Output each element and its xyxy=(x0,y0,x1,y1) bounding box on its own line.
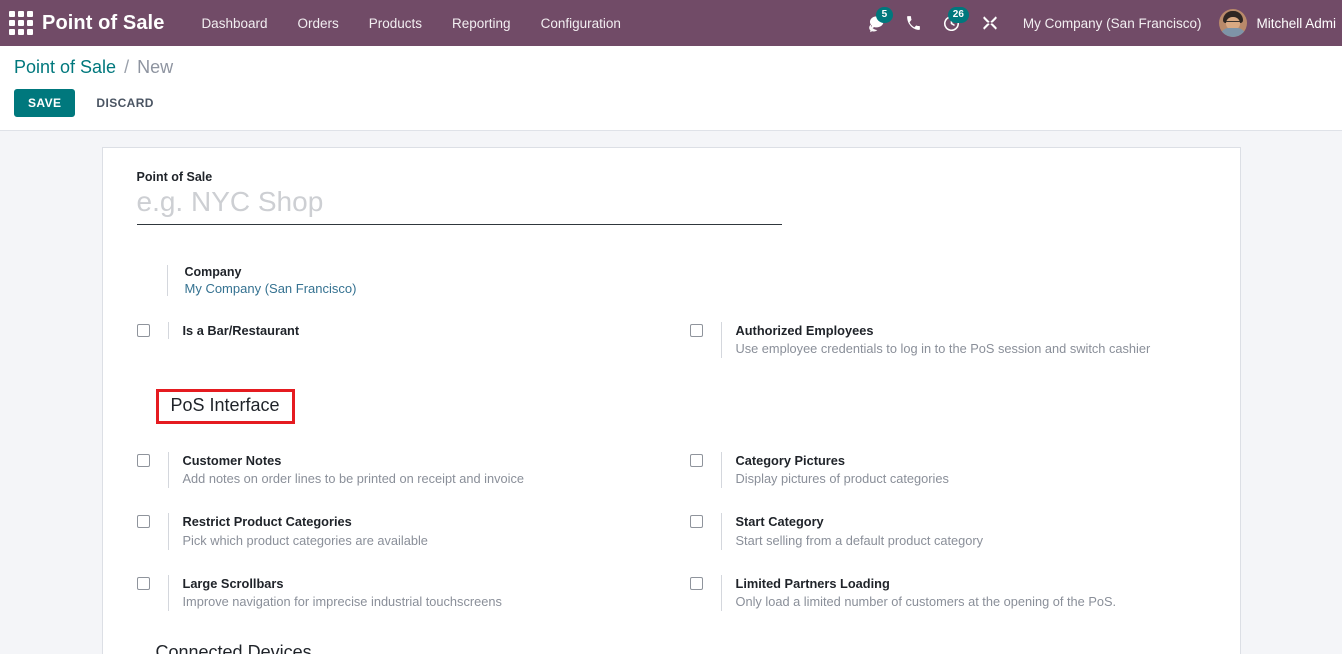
control-panel: Point of Sale / New SAVE DISCARD xyxy=(0,46,1342,131)
checkbox-authorized-employees[interactable] xyxy=(690,324,703,337)
activities-badge: 26 xyxy=(948,7,969,23)
checkbox-customer-notes[interactable] xyxy=(137,454,150,467)
setting-label: Limited Partners Loading xyxy=(736,575,1117,592)
setting-authorized-employees: Authorized Employees Use employee creden… xyxy=(690,322,1206,358)
menu-item-orders[interactable]: Orders xyxy=(282,0,353,46)
avatar xyxy=(1219,9,1247,37)
setting-body: Is a Bar/Restaurant xyxy=(168,322,300,339)
phone-icon[interactable] xyxy=(895,0,932,46)
pos-interface-section-header: PoS Interface xyxy=(137,385,1206,426)
checkbox-start-category[interactable] xyxy=(690,515,703,528)
messages-icon[interactable]: 5 xyxy=(856,0,895,46)
setting-help: Display pictures of product categories xyxy=(736,470,949,488)
setting-help: Only load a limited number of customers … xyxy=(736,593,1117,611)
setting-start-category: Start Category Start selling from a defa… xyxy=(690,513,1206,549)
setting-label: Start Category xyxy=(736,513,984,530)
pos-interface-settings-grid: Customer Notes Add notes on order lines … xyxy=(137,452,1206,636)
main-menu: Dashboard Orders Products Reporting Conf… xyxy=(186,0,635,46)
user-menu[interactable]: Mitchell Admi xyxy=(1215,9,1342,37)
pos-name-field-group: Point of Sale xyxy=(137,170,1206,225)
setting-is-bar-restaurant: Is a Bar/Restaurant xyxy=(137,322,690,358)
pos-name-input[interactable] xyxy=(137,186,782,225)
discard-button[interactable]: DISCARD xyxy=(84,89,165,117)
checkbox-is-bar-restaurant[interactable] xyxy=(137,324,150,337)
checkbox-limited-partners-loading[interactable] xyxy=(690,577,703,590)
messages-badge: 5 xyxy=(876,7,893,23)
breadcrumb-separator: / xyxy=(124,57,129,77)
company-switcher[interactable]: My Company (San Francisco) xyxy=(1009,16,1216,31)
setting-limited-partners-loading: Limited Partners Loading Only load a lim… xyxy=(690,575,1206,611)
activities-clock-icon[interactable]: 26 xyxy=(932,0,971,46)
form-scroll-area: Point of Sale Company My Company (San Fr… xyxy=(0,131,1342,654)
save-button[interactable]: SAVE xyxy=(14,89,75,117)
breadcrumb-root[interactable]: Point of Sale xyxy=(14,57,116,77)
menu-item-products[interactable]: Products xyxy=(354,0,437,46)
company-value[interactable]: My Company (San Francisco) xyxy=(185,281,1206,296)
menu-item-dashboard[interactable]: Dashboard xyxy=(186,0,282,46)
setting-help: Pick which product categories are availa… xyxy=(183,532,428,550)
form-sheet: Point of Sale Company My Company (San Fr… xyxy=(102,147,1241,654)
setting-label: Customer Notes xyxy=(183,452,524,469)
record-action-buttons: SAVE DISCARD xyxy=(14,89,1328,117)
setting-body: Category Pictures Display pictures of pr… xyxy=(721,452,949,488)
setting-body: Restrict Product Categories Pick which p… xyxy=(168,513,428,549)
setting-body: Limited Partners Loading Only load a lim… xyxy=(721,575,1117,611)
setting-body: Customer Notes Add notes on order lines … xyxy=(168,452,524,488)
setting-body: Large Scrollbars Improve navigation for … xyxy=(168,575,502,611)
setting-help: Start selling from a default product cat… xyxy=(736,532,984,550)
checkbox-category-pictures[interactable] xyxy=(690,454,703,467)
setting-help: Add notes on order lines to be printed o… xyxy=(183,470,524,488)
setting-label: Category Pictures xyxy=(736,452,949,469)
setting-large-scrollbars: Large Scrollbars Improve navigation for … xyxy=(137,575,690,611)
company-field: Company My Company (San Francisco) xyxy=(167,265,1206,296)
setting-customer-notes: Customer Notes Add notes on order lines … xyxy=(137,452,690,488)
user-name-label: Mitchell Admi xyxy=(1256,16,1336,31)
setting-restrict-product-categories: Restrict Product Categories Pick which p… xyxy=(137,513,690,549)
setting-help: Use employee credentials to log in to th… xyxy=(736,340,1151,358)
setting-category-pictures: Category Pictures Display pictures of pr… xyxy=(690,452,1206,488)
setting-label: Restrict Product Categories xyxy=(183,513,428,530)
section-title-connected-devices: Connected Devices xyxy=(156,642,1206,654)
checkbox-large-scrollbars[interactable] xyxy=(137,577,150,590)
company-label: Company xyxy=(185,265,1206,279)
top-navbar: Point of Sale Dashboard Orders Products … xyxy=(0,0,1342,46)
app-brand-title[interactable]: Point of Sale xyxy=(42,12,164,35)
setting-body: Start Category Start selling from a defa… xyxy=(721,513,984,549)
setting-body: Authorized Employees Use employee creden… xyxy=(721,322,1151,358)
breadcrumb: Point of Sale / New xyxy=(14,56,1328,79)
setting-label: Is a Bar/Restaurant xyxy=(183,322,300,339)
setting-label: Large Scrollbars xyxy=(183,575,502,592)
setting-help: Improve navigation for imprecise industr… xyxy=(183,593,502,611)
menu-item-reporting[interactable]: Reporting xyxy=(437,0,526,46)
setting-label: Authorized Employees xyxy=(736,322,1151,339)
company-field-group: Company My Company (San Francisco) xyxy=(167,265,1206,296)
navbar-systray: 5 26 My Company (San Francisco) xyxy=(856,0,1342,46)
apps-grid-icon[interactable] xyxy=(8,10,34,36)
breadcrumb-current: New xyxy=(137,57,173,77)
menu-item-configuration[interactable]: Configuration xyxy=(526,0,636,46)
pos-name-label: Point of Sale xyxy=(137,170,1206,184)
checkbox-restrict-product-categories[interactable] xyxy=(137,515,150,528)
connected-devices-section-header: Connected Devices xyxy=(137,642,1206,654)
developer-tools-icon[interactable] xyxy=(971,0,1009,46)
top-settings-grid: Is a Bar/Restaurant Authorized Employees… xyxy=(137,322,1206,383)
section-title-pos-interface: PoS Interface xyxy=(156,389,295,424)
